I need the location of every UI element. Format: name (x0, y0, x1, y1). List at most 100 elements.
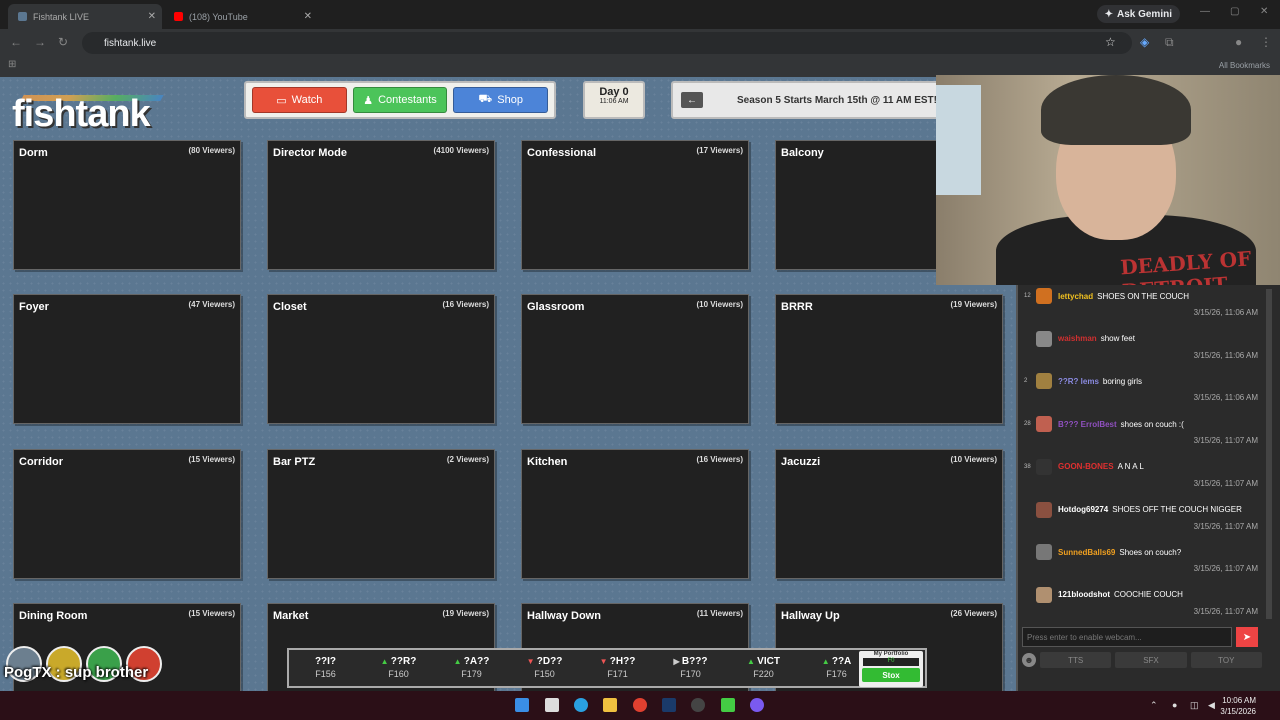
mic-icon[interactable]: ● (1172, 700, 1177, 710)
tts-button[interactable]: TTS (1040, 652, 1112, 668)
extension-icon[interactable]: ◈ (1140, 35, 1149, 49)
ask-gemini-button[interactable]: ✦ Ask Gemini (1096, 5, 1180, 23)
windows-start-icon[interactable] (515, 698, 529, 712)
chat-text: shoes on couch :( (1120, 419, 1184, 429)
ticker-item[interactable]: ▶ B??? F170 (654, 650, 727, 686)
chat-username[interactable]: lettychad (1058, 292, 1093, 301)
ticker-item[interactable]: ▼ ?D?? F150 (508, 650, 581, 686)
chat-timestamp: 3/15/26, 11:07 AM (1193, 521, 1258, 531)
close-window-icon[interactable]: ✕ (1260, 6, 1268, 17)
camera-viewers: (10 Viewers) (950, 455, 997, 464)
puzzle-icon[interactable]: ⧉ (1165, 35, 1174, 50)
task-view-icon[interactable] (545, 698, 559, 712)
kick-icon[interactable] (721, 698, 735, 712)
url-bar[interactable]: fishtank.live (82, 32, 1132, 54)
discord-icon[interactable] (750, 698, 764, 712)
toy-button[interactable]: TOY (1190, 652, 1262, 668)
chat-username[interactable]: 121bloodshot (1058, 590, 1110, 599)
ticker-item[interactable]: ▲ ?A?? F179 (435, 650, 508, 686)
send-icon[interactable]: ➤ (1236, 627, 1258, 647)
ticker-item[interactable]: ??I? F156 (289, 650, 362, 686)
chat-message-line: 28 B??? ErrolBest shoes on couch :( (1024, 416, 1262, 433)
bookmark-star-icon[interactable]: ☆ (1105, 35, 1116, 49)
edge-icon[interactable] (574, 698, 588, 712)
profile-icon[interactable]: ● (1235, 35, 1242, 49)
sfx-button[interactable]: SFX (1115, 652, 1187, 668)
maximize-icon[interactable]: ▢ (1230, 6, 1239, 17)
camera-tile[interactable]: Foyer (47 Viewers) (13, 294, 241, 424)
ticker-item[interactable]: ▲ VICT F220 (727, 650, 800, 686)
fishtank-logo[interactable]: fishtank (12, 93, 151, 136)
arrow-left-icon[interactable]: ← (681, 92, 703, 108)
ticker-item[interactable]: ▲ ??R? F160 (362, 650, 435, 686)
avatar[interactable] (1036, 458, 1052, 475)
chat-username[interactable]: B??? ErrolBest (1058, 420, 1117, 429)
camera-tile[interactable]: Closet (16 Viewers) (267, 294, 495, 424)
file-explorer-icon[interactable] (603, 698, 617, 712)
tv-icon: ▭ (276, 94, 287, 107)
ticker-item[interactable]: ▼ ?H?? F171 (581, 650, 654, 686)
chat-scrollbar[interactable] (1266, 289, 1272, 619)
camera-tile[interactable]: Kitchen (16 Viewers) (521, 449, 749, 579)
tray-chevron-icon[interactable]: ⌃ (1150, 700, 1158, 711)
day-time: 11:06 AM (599, 98, 629, 105)
chat-username[interactable]: ??R? lems (1058, 377, 1099, 386)
obs-icon[interactable] (691, 698, 705, 712)
address-bar-row: ← → ↻ fishtank.live ☆ ◈ ⧉ ● ⋮ (0, 29, 1280, 57)
avatar[interactable] (1036, 373, 1052, 390)
back-icon[interactable]: ← (10, 35, 22, 49)
chat-input[interactable]: Press enter to enable webcam... (1022, 627, 1232, 647)
avatar[interactable] (1036, 288, 1052, 304)
close-tab-icon[interactable]: ✕ (304, 11, 312, 22)
avatar[interactable] (1036, 501, 1052, 518)
camera-tile[interactable]: Corridor (15 Viewers) (13, 449, 241, 579)
chat-timestamp: 3/15/26, 11:07 AM (1193, 564, 1258, 574)
emoji-icon[interactable]: ☻ (1022, 653, 1036, 667)
portfolio-value: F0 (863, 658, 919, 666)
chrome-icon[interactable] (633, 698, 647, 712)
tab-youtube[interactable]: (108) YouTube ✕ (164, 4, 318, 29)
camera-tile[interactable]: BRRR (19 Viewers) (775, 294, 1003, 424)
camera-name: Market (273, 610, 309, 622)
minimize-icon[interactable]: — (1200, 6, 1210, 17)
chat-username[interactable]: GOON-BONES (1058, 462, 1114, 471)
shop-button[interactable]: ⛟ Shop (453, 87, 549, 113)
stox-button[interactable]: Stox (862, 668, 920, 682)
camera-tile[interactable]: Confessional (17 Viewers) (521, 140, 749, 270)
chat-username[interactable]: waishman (1058, 334, 1097, 343)
arrow-up-icon: ▲ (747, 657, 758, 666)
system-clock[interactable]: 10:06 AM 3/15/2026 (1220, 695, 1256, 717)
close-tab-icon[interactable]: ✕ (148, 11, 156, 22)
camera-tile[interactable]: Glassroom (10 Viewers) (521, 294, 749, 424)
forward-icon[interactable]: → (34, 35, 46, 49)
network-icon[interactable]: ◫ (1190, 700, 1199, 711)
apps-icon[interactable]: ⊞ (8, 59, 16, 70)
chat-username[interactable]: SunnedBalls69 (1058, 548, 1115, 557)
portfolio-widget: My Portfolio F0 Stox (859, 651, 923, 687)
chat-username[interactable]: Hotdog69274 (1058, 505, 1108, 514)
ticker-symbol: ??I? (314, 656, 337, 667)
portfolio-label: My Portfolio (873, 651, 909, 657)
reload-icon[interactable]: ↻ (58, 35, 68, 49)
avatar[interactable] (1036, 416, 1052, 433)
camera-viewers: (17 Viewers) (696, 146, 743, 155)
volume-icon[interactable]: ◀ (1208, 700, 1215, 711)
avatar[interactable] (1036, 544, 1052, 561)
chat-message: 38 GOON-BONES A N A L 3/15/26, 11:07 AM (1024, 458, 1262, 488)
menu-icon[interactable]: ⋮ (1260, 35, 1272, 49)
all-bookmarks[interactable]: All Bookmarks (1219, 61, 1270, 70)
camera-tile[interactable]: Dorm (80 Viewers) (13, 140, 241, 270)
avatar[interactable] (1036, 586, 1052, 603)
chat-message-line: 12 lettychad SHOES ON THE COUCH (1024, 288, 1262, 304)
cart-icon: ⛟ (478, 93, 493, 105)
avatar[interactable] (1036, 330, 1052, 347)
camera-tile[interactable]: Jacuzzi (10 Viewers) (775, 449, 1003, 579)
contestants-button[interactable]: ♟ Contestants (352, 87, 448, 113)
camera-tile[interactable]: Bar PTZ (2 Viewers) (267, 449, 495, 579)
chat-text: Shoes on couch? (1119, 547, 1182, 557)
steam-icon[interactable] (662, 698, 676, 712)
tab-fishtank[interactable]: Fishtank LIVE ✕ (8, 4, 162, 29)
camera-tile[interactable]: Director Mode (4100 Viewers) (267, 140, 495, 270)
tab-strip: Fishtank LIVE ✕ (108) YouTube ✕ ✦ Ask Ge… (0, 0, 1280, 29)
watch-button[interactable]: ▭ Watch (252, 87, 347, 113)
